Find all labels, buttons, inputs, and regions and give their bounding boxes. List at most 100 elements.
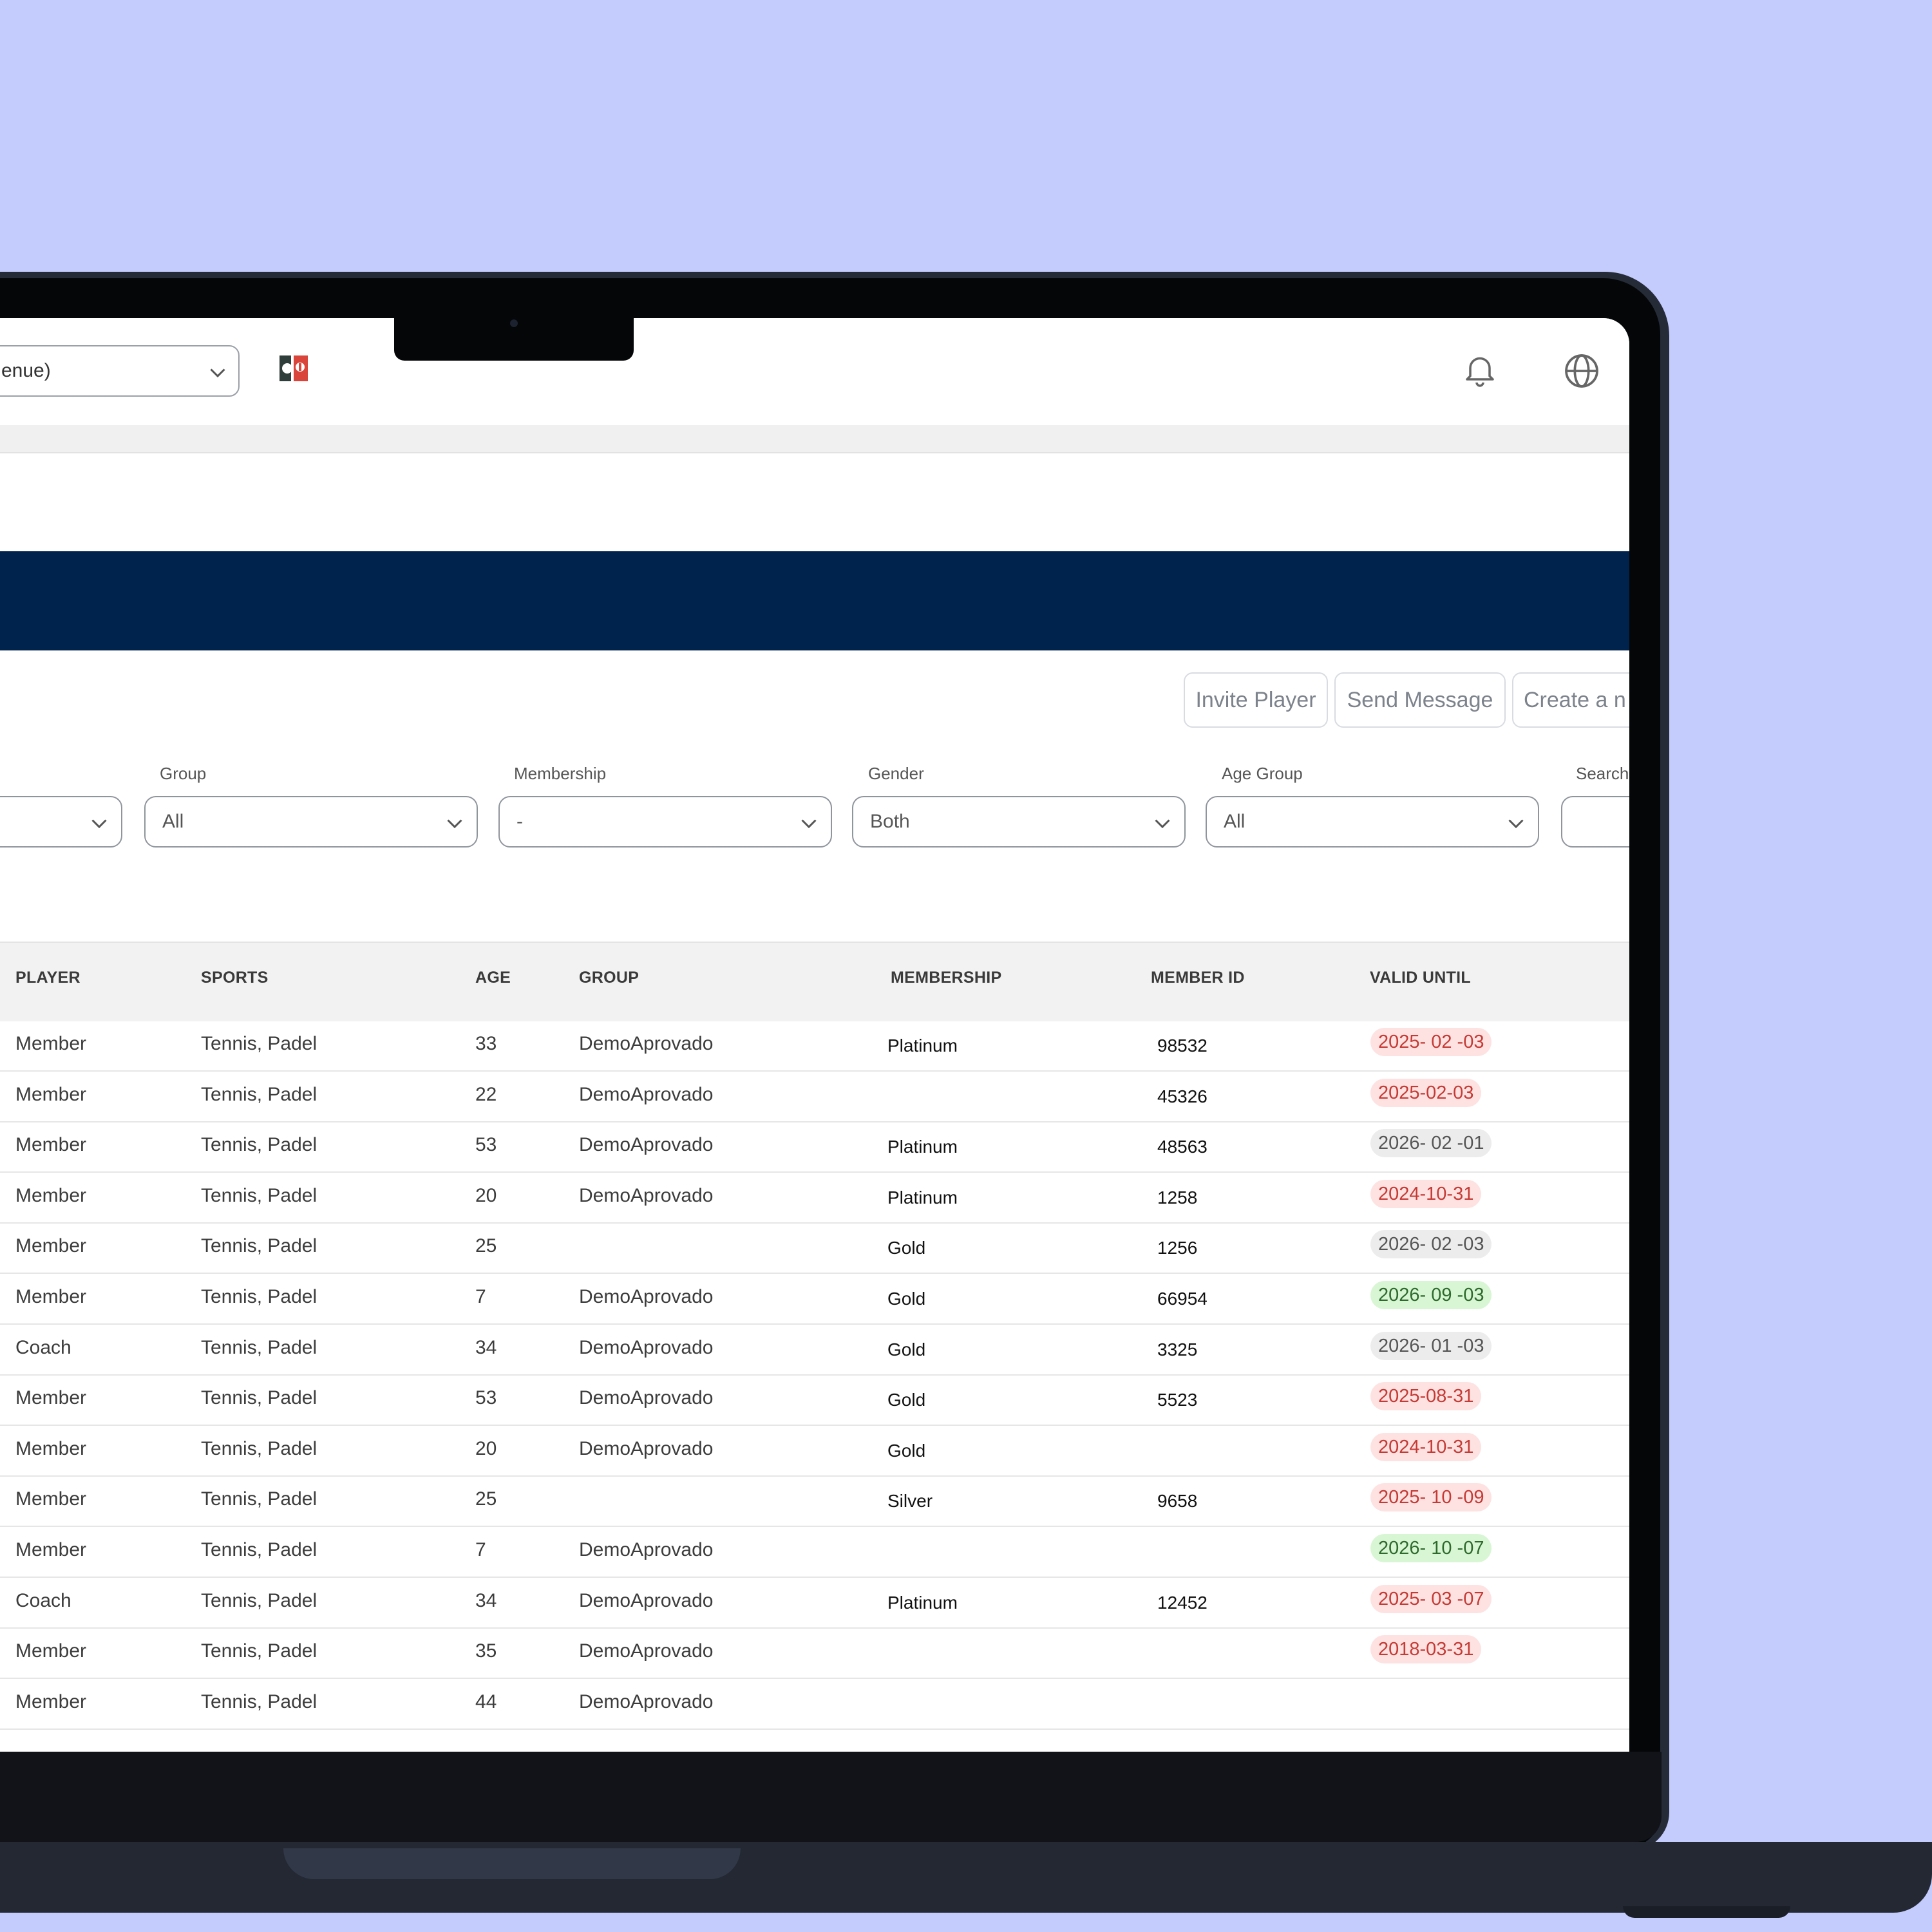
age-group-filter-value: All	[1224, 811, 1245, 832]
membership-filter-value: -	[516, 811, 523, 832]
column-header-group[interactable]: GROUP	[579, 969, 639, 987]
send-message-button[interactable]: Send Message	[1334, 672, 1506, 728]
filter-select-partial[interactable]	[0, 796, 122, 848]
group-filter-label: Group	[160, 764, 207, 783]
cell-age: 22	[475, 1083, 497, 1105]
valid-until-badge: 2026- 10 -07	[1370, 1534, 1492, 1562]
search-label: Search	[1576, 764, 1629, 783]
column-header-member-id[interactable]: MEMBER ID	[1151, 969, 1245, 987]
camera-icon	[510, 319, 518, 327]
cell-group: DemoAprovado	[579, 1640, 714, 1662]
valid-until-badge: 2025- 10 -09	[1370, 1483, 1492, 1512]
venue-select[interactable]: enue)	[0, 345, 240, 397]
table-row[interactable]: Coach Tennis, Padel 34 DemoAprovado Platinum…	[0, 1577, 1629, 1629]
membership-filter-label: Membership	[514, 764, 607, 783]
cell-group: DemoAprovado	[579, 1539, 714, 1560]
cell-player: Member	[15, 1286, 87, 1307]
cell-member-id: 3325	[1157, 1339, 1198, 1359]
cell-age: 7	[475, 1286, 486, 1307]
cell-player: Member	[15, 1235, 87, 1257]
globe-icon[interactable]	[1561, 350, 1602, 392]
cell-sports: Tennis, Padel	[201, 1690, 317, 1712]
screen: enue) Invite Player Send Message Create …	[0, 318, 1629, 1752]
cell-group: DemoAprovado	[579, 1589, 714, 1611]
table-row[interactable]: Coach Tennis, Padel 34 DemoAprovado Gold 3325…	[0, 1324, 1629, 1376]
table-row[interactable]: Member Tennis, Padel 20 DemoAprovado Platinu…	[0, 1172, 1629, 1224]
cell-sports: Tennis, Padel	[201, 1437, 317, 1459]
cell-membership: Gold	[887, 1289, 926, 1309]
table-row[interactable]: Member Tennis, Padel 22 DemoAprovado 45326 20…	[0, 1071, 1629, 1122]
table-row[interactable]: Member Tennis, Padel 7 DemoAprovado 2026- 10…	[0, 1526, 1629, 1578]
group-filter-value: All	[162, 811, 184, 832]
column-header-age[interactable]: AGE	[475, 969, 511, 987]
venue-select-value: enue)	[1, 360, 51, 381]
valid-until-badge: 2018-03-31	[1370, 1635, 1482, 1664]
laptop-chin	[0, 1752, 1662, 1842]
table-row[interactable]: Member Tennis, Padel 44 DemoAprovado	[0, 1678, 1629, 1730]
cell-age: 33	[475, 1033, 497, 1054]
valid-until-badge: 2024-10-31	[1370, 1179, 1482, 1208]
column-header-player[interactable]: PLAYER	[15, 969, 80, 987]
search-input[interactable]	[1561, 796, 1629, 848]
column-header-membership[interactable]: MEMBERSHIP	[891, 969, 1001, 987]
chevron-down-icon	[1155, 819, 1170, 829]
table-row[interactable]: Member Tennis, Padel 53 DemoAprovado Gold 552…	[0, 1374, 1629, 1426]
create-button[interactable]: Create a n	[1512, 672, 1629, 728]
cell-membership: Gold	[887, 1440, 926, 1461]
cell-sports: Tennis, Padel	[201, 1083, 317, 1105]
chevron-down-icon	[447, 819, 462, 829]
cell-sports: Tennis, Padel	[201, 1488, 317, 1510]
cell-age: 20	[475, 1437, 497, 1459]
cell-group: DemoAprovado	[579, 1437, 714, 1459]
cell-member-id: 45326	[1157, 1086, 1208, 1106]
table-row[interactable]: Member Tennis, Padel 20 DemoAprovado Gold 202…	[0, 1425, 1629, 1477]
age-group-filter-label: Age Group	[1222, 764, 1303, 783]
bell-icon[interactable]	[1461, 350, 1499, 389]
gender-filter-value: Both	[870, 811, 910, 832]
table-row[interactable]: Member Tennis, Padel 25 Silver 9658 2025- 10 …	[0, 1475, 1629, 1528]
cell-member-id: 1258	[1157, 1187, 1198, 1208]
cell-sports: Tennis, Padel	[201, 1235, 317, 1257]
group-filter-select[interactable]: All	[144, 796, 478, 848]
age-group-filter-select[interactable]: All	[1206, 796, 1539, 848]
cell-membership: Platinum	[887, 1137, 958, 1157]
table-row[interactable]: Member Tennis, Padel 25 Gold 1256 2026- 02 -0…	[0, 1222, 1629, 1274]
laptop-foot	[1623, 1906, 1790, 1918]
membership-filter-select[interactable]: -	[498, 796, 832, 848]
valid-until-badge: 2025- 02 -03	[1370, 1028, 1492, 1056]
cell-age: 53	[475, 1387, 497, 1409]
cell-player: Member	[15, 1488, 87, 1510]
cell-group: DemoAprovado	[579, 1083, 714, 1105]
table-row[interactable]: Member Tennis, Padel 33 DemoAprovado Platinu…	[0, 1020, 1629, 1072]
valid-until-badge: 2026- 02 -01	[1370, 1129, 1492, 1158]
cell-player: Coach	[15, 1336, 71, 1358]
cell-sports: Tennis, Padel	[201, 1539, 317, 1560]
cell-sports: Tennis, Padel	[201, 1184, 317, 1206]
invite-player-button[interactable]: Invite Player	[1184, 672, 1328, 728]
top-bar: enue)	[0, 318, 1629, 425]
subheader-band	[0, 425, 1629, 453]
cell-player: Member	[15, 1437, 87, 1459]
column-header-sports[interactable]: SPORTS	[201, 969, 269, 987]
cell-member-id: 48563	[1157, 1137, 1208, 1157]
cell-age: 7	[475, 1539, 486, 1560]
gender-filter-select[interactable]: Both	[852, 796, 1186, 848]
cell-group: DemoAprovado	[579, 1134, 714, 1156]
table-row[interactable]: Member Tennis, Padel 53 DemoAprovado Platinu…	[0, 1121, 1629, 1173]
valid-until-badge: 2024-10-31	[1370, 1432, 1482, 1461]
table-header: PLAYER SPORTS AGE GROUP MEMBERSHIP MEMBE…	[0, 942, 1629, 1021]
cell-player: Member	[15, 1539, 87, 1560]
column-header-valid-until[interactable]: VALID UNTIL	[1370, 969, 1471, 987]
cell-sports: Tennis, Padel	[201, 1336, 317, 1358]
cell-age: 25	[475, 1488, 497, 1510]
cell-member-id: 9658	[1157, 1491, 1198, 1511]
table-row[interactable]: Member Tennis, Padel 7 DemoAprovado Gold 6695…	[0, 1273, 1629, 1325]
cell-member-id: 66954	[1157, 1289, 1208, 1309]
cell-player: Member	[15, 1083, 87, 1105]
cell-group: DemoAprovado	[579, 1033, 714, 1054]
cell-sports: Tennis, Padel	[201, 1033, 317, 1054]
cell-group: DemoAprovado	[579, 1336, 714, 1358]
cell-sports: Tennis, Padel	[201, 1589, 317, 1611]
table-row[interactable]: Member Tennis, Padel 35 DemoAprovado 2018-03…	[0, 1627, 1629, 1680]
cell-group: DemoAprovado	[579, 1690, 714, 1712]
